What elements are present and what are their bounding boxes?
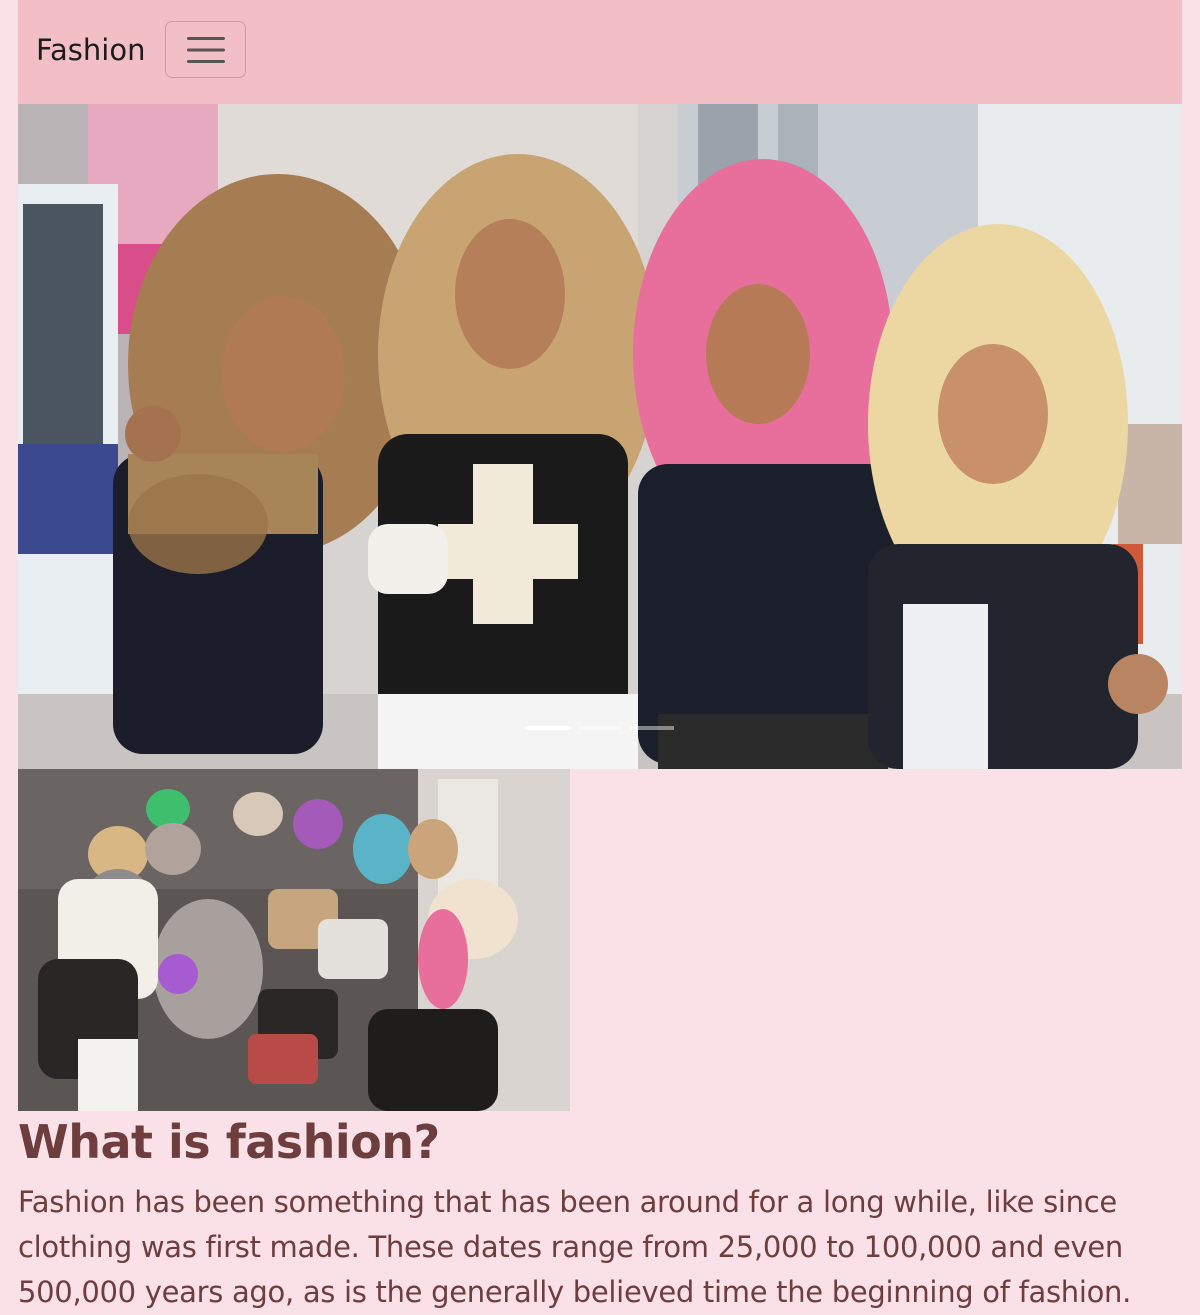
carousel-indicator-3[interactable]	[630, 726, 674, 730]
gallery-image	[18, 769, 570, 1111]
navbar-toggler-button[interactable]	[165, 21, 246, 78]
image-carousel[interactable]	[18, 104, 1182, 769]
article-body: Fashion has been something that has been…	[18, 1185, 1132, 1309]
navbar-brand[interactable]: Fashion	[36, 30, 145, 70]
hamburger-menu-icon	[186, 36, 225, 63]
carousel-indicators	[18, 726, 1182, 730]
group-photo-image	[18, 769, 570, 1111]
carousel-indicator-1[interactable]	[526, 726, 570, 730]
carousel-slide-image	[18, 104, 1182, 769]
article-heading: What is fashion?	[18, 1115, 440, 1169]
navbar: Fashion	[18, 0, 1182, 104]
carousel-indicator-2[interactable]	[578, 726, 622, 730]
